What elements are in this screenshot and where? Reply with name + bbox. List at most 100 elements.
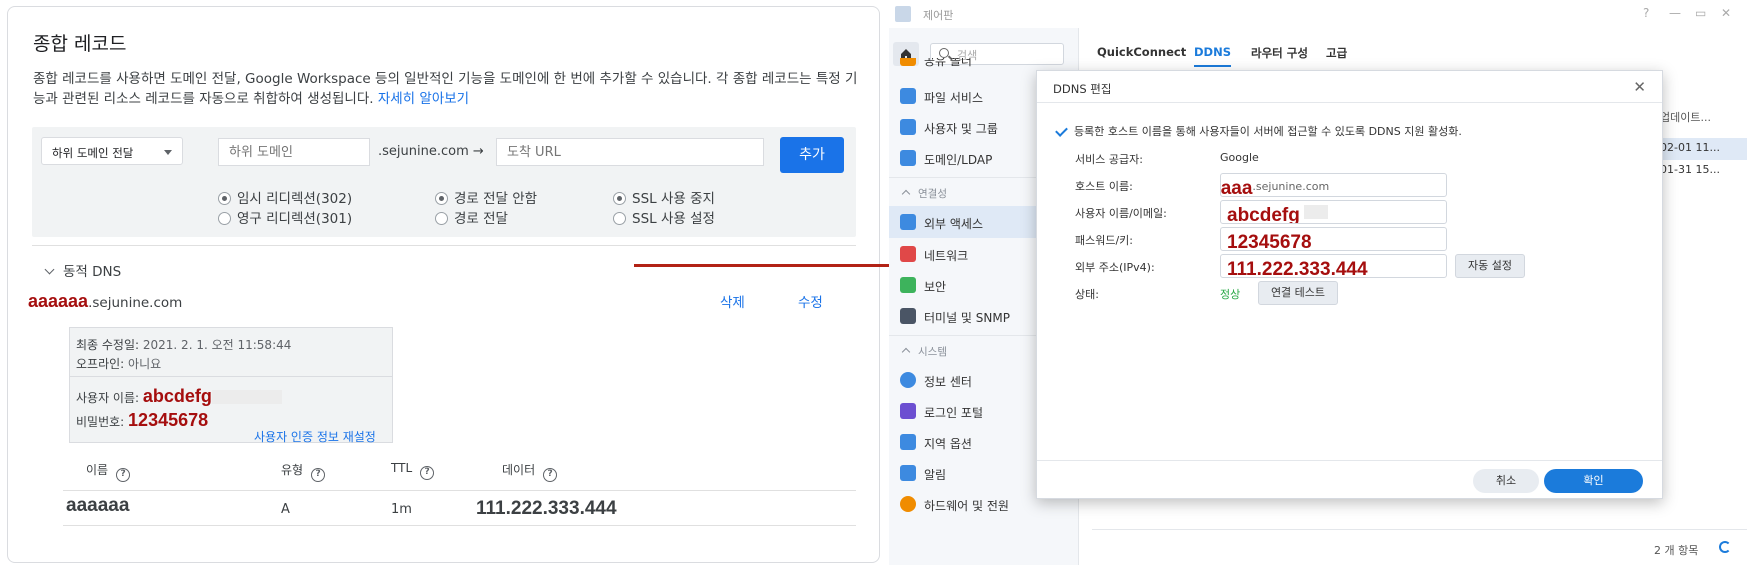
- network-icon: [900, 246, 916, 262]
- table-row[interactable]: 02-01 11...: [1658, 138, 1747, 160]
- enable-ddns-checkbox[interactable]: 등록한 호스트 이름을 통해 사용자들이 서버에 접근할 수 있도록 DDNS …: [1055, 123, 1462, 139]
- group-label: 시스템: [918, 346, 947, 358]
- table-row[interactable]: 01-31 15...: [1660, 163, 1720, 176]
- test-connection-button[interactable]: 연결 테스트: [1258, 281, 1338, 305]
- value: 아니요: [128, 357, 162, 371]
- radio-no-path-forward[interactable]: 경로 전달 안함: [435, 187, 537, 207]
- record-type-select[interactable]: 하위 도메인 전달: [41, 137, 183, 165]
- hardware-icon: [900, 496, 916, 512]
- checkbox-label: 등록한 호스트 이름을 통해 사용자들이 서버에 접근할 수 있도록 DDNS …: [1074, 125, 1462, 138]
- radio-temp-redirect[interactable]: 임시 리디렉션(302): [218, 187, 352, 207]
- tab-ddns[interactable]: DDNS: [1194, 45, 1231, 67]
- column-header-ttl: TTL?: [391, 461, 435, 480]
- help-icon[interactable]: ?: [311, 468, 326, 482]
- column-header-name: 이름?: [86, 461, 131, 482]
- hostname-highlight: aaaaaa: [1220, 178, 1253, 197]
- header-label: TTL: [391, 461, 413, 475]
- radio-selected-icon: [218, 192, 231, 205]
- sidebar-item-label: 하드웨어 및 전원: [924, 499, 1009, 513]
- delete-link[interactable]: 삭제: [720, 291, 745, 311]
- record-type: A: [281, 502, 290, 517]
- hostname-label: 호스트 이름:: [1075, 180, 1133, 193]
- radio-perm-redirect[interactable]: 영구 리디렉션(301): [218, 207, 352, 227]
- record-type-value: 하위 도메인 전달: [52, 146, 134, 160]
- maximize-icon[interactable]: ▭: [1695, 6, 1706, 20]
- external-address-label: 외부 주소(IPv4):: [1075, 261, 1155, 274]
- password-field[interactable]: 12345678: [1220, 227, 1447, 251]
- divider: [70, 376, 392, 377]
- redaction-blur: [211, 390, 282, 404]
- password-value: 12345678: [1227, 232, 1312, 251]
- external-access-icon: [900, 214, 916, 230]
- radio-icon: [435, 212, 448, 225]
- cancel-button[interactable]: 취소: [1473, 469, 1539, 493]
- window-titlebar: 제어판 ? — ▭ ✕: [889, 0, 1747, 28]
- sidebar-item-label: 보안: [924, 280, 947, 294]
- hostname-highlight: aaaaaa: [28, 291, 89, 311]
- provider-value: Google: [1220, 151, 1259, 164]
- domain-suffix: .sejunine.com →: [378, 144, 484, 159]
- sidebar-item-label: 알림: [924, 468, 947, 482]
- refresh-icon[interactable]: [1719, 541, 1731, 553]
- help-icon[interactable]: ?: [116, 468, 131, 482]
- external-address-field[interactable]: 111.222.333.444: [1220, 254, 1447, 278]
- help-icon[interactable]: ?: [1643, 6, 1649, 20]
- edit-link[interactable]: 수정: [798, 291, 823, 311]
- radio-label: 영구 리디렉션(301): [237, 211, 353, 227]
- tab-router-config[interactable]: 라우터 구성: [1251, 45, 1308, 61]
- divider: [1037, 102, 1662, 103]
- hostname-suffix: .sejunine.com: [1252, 180, 1330, 193]
- close-icon[interactable]: ✕: [1633, 78, 1646, 96]
- help-icon[interactable]: ?: [543, 468, 558, 482]
- offline-status: 오프라인: 아니요: [76, 355, 161, 372]
- radio-label: 경로 전달: [454, 211, 508, 227]
- tab-advanced[interactable]: 고급: [1326, 45, 1347, 61]
- record-name: aaaaaa: [66, 495, 130, 516]
- radio-selected-icon: [613, 192, 626, 205]
- grid-column-header-updated[interactable]: 업데이트...: [1660, 109, 1711, 125]
- tab-quickconnect[interactable]: QuickConnect: [1097, 45, 1186, 59]
- checkmark-icon: [1055, 125, 1068, 138]
- dynamic-dns-section-toggle[interactable]: 동적 DNS: [44, 260, 121, 280]
- description: 종합 레코드를 사용하면 도메인 전달, Google Workspace 등의…: [33, 69, 863, 109]
- help-icon[interactable]: ?: [420, 466, 435, 480]
- username-field[interactable]: abcdefg: [1220, 200, 1447, 224]
- ddns-edit-dialog: DDNS 편집 ✕ 등록한 호스트 이름을 통해 사용자들이 서버에 접근할 수…: [1036, 70, 1663, 499]
- radio-ssl-on[interactable]: SSL 사용 설정: [613, 207, 715, 227]
- ddns-info-box: 최종 수정일: 2021. 2. 1. 오전 11:58:44 오프라인: 아니…: [69, 327, 393, 443]
- file-services-icon: [900, 88, 916, 104]
- chevron-up-icon: [901, 347, 911, 357]
- minimize-icon[interactable]: —: [1669, 6, 1681, 20]
- subdomain-input[interactable]: [218, 138, 370, 166]
- status-value: 정상: [1220, 288, 1241, 301]
- label: 비밀번호:: [76, 415, 125, 429]
- external-address-value: 111.222.333.444: [1227, 259, 1368, 278]
- group-connectivity[interactable]: 연결성: [901, 186, 947, 201]
- add-button[interactable]: 추가: [780, 137, 844, 173]
- provider-label: 서비스 공급자:: [1075, 153, 1143, 166]
- divider: [63, 490, 856, 491]
- reset-credentials-link[interactable]: 사용자 인증 정보 재설정: [254, 428, 376, 445]
- username-value: abcdefg: [1227, 205, 1300, 224]
- sidebar-item-label: 사용자 및 그룹: [924, 122, 998, 136]
- sidebar-item-label: 외부 액세스: [924, 217, 984, 231]
- users-icon: [900, 119, 916, 135]
- auto-config-button[interactable]: 자동 설정: [1455, 254, 1525, 278]
- group-label: 연결성: [918, 188, 947, 200]
- close-icon[interactable]: ✕: [1721, 6, 1731, 20]
- label: 오프라인:: [76, 357, 125, 371]
- hostname-field[interactable]: aaaaaa.sejunine.com: [1220, 173, 1447, 197]
- learn-more-link[interactable]: 자세히 알아보기: [378, 91, 469, 107]
- username-value: abcdefg: [142, 386, 212, 406]
- radio-ssl-off[interactable]: SSL 사용 중지: [613, 187, 715, 207]
- radio-label: SSL 사용 중지: [632, 191, 715, 207]
- ok-button[interactable]: 확인: [1544, 469, 1643, 493]
- group-system[interactable]: 시스템: [901, 344, 947, 359]
- destination-url-input[interactable]: [496, 138, 764, 166]
- sidebar-item-label: 네트워크: [924, 249, 969, 263]
- hostname-suffix: .sejunine.com: [88, 295, 183, 311]
- terminal-icon: [900, 308, 916, 324]
- page-title: 종합 레코드: [33, 33, 127, 55]
- sidebar-item-label: 공유 폴더: [924, 58, 972, 68]
- radio-path-forward[interactable]: 경로 전달: [435, 207, 508, 227]
